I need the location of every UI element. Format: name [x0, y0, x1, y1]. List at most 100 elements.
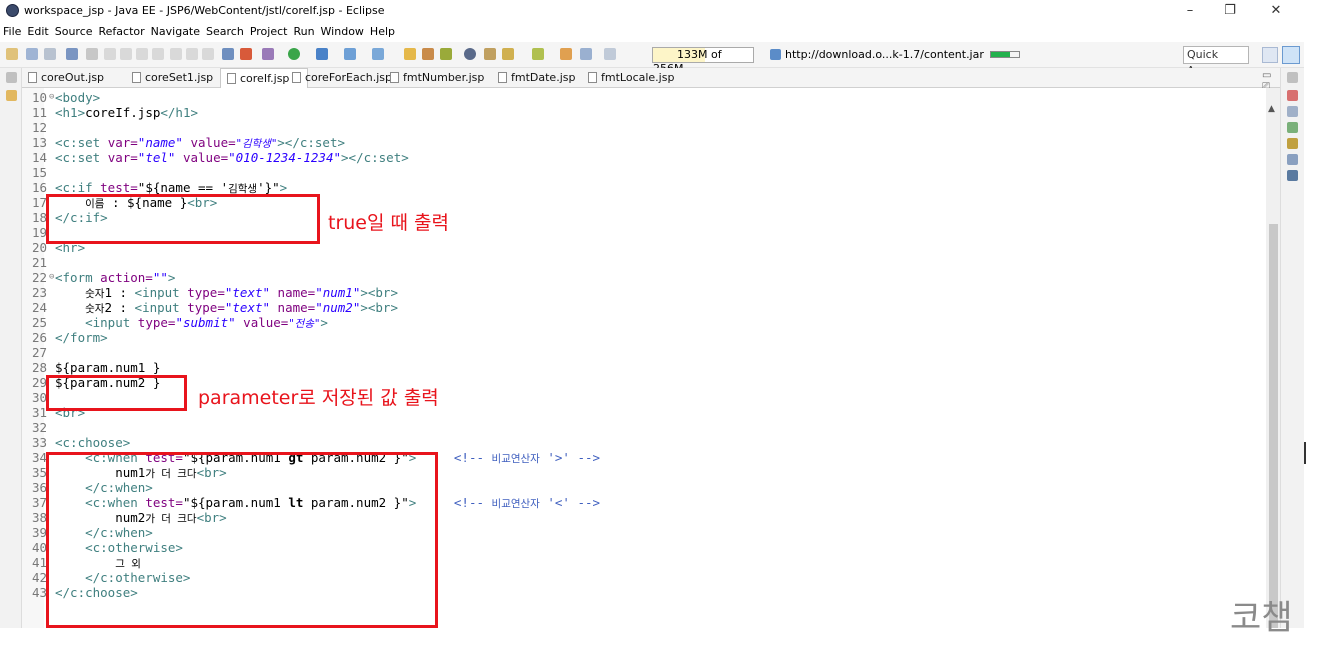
menu-bar: File Edit Source Refactor Navigate Search Proj… — [0, 22, 1322, 42]
if-highlight-box — [46, 194, 320, 244]
tab-label: coreOut.jsp — [41, 71, 105, 84]
run-icon[interactable] — [288, 48, 300, 60]
menu-search[interactable]: Search — [203, 22, 247, 41]
tab-label: fmtNumber.jsp — [403, 71, 485, 84]
editor-tab-bar: coreOut.jsp coreSet1.jsp coreIf.jsp⊠ cor… — [22, 68, 1280, 92]
jsp-file-icon — [227, 73, 236, 84]
tab-label: coreSet1.jsp — [145, 71, 214, 84]
restore-button[interactable]: ❐ — [1210, 0, 1250, 22]
heap-status[interactable]: 133M of 256M — [652, 47, 754, 75]
jsp-file-icon — [132, 72, 141, 83]
menu-source[interactable]: Source — [52, 22, 96, 41]
choose-highlight-box — [46, 452, 438, 628]
code-line: 14 <c:set var="tel" value="010-1234-1234"… — [31, 150, 409, 165]
servers-icon[interactable] — [222, 48, 234, 60]
close-button[interactable]: ✕ — [1256, 0, 1296, 22]
debug-config-icon[interactable] — [262, 48, 274, 60]
jsp-file-icon — [390, 72, 399, 83]
project-explorer-icon[interactable] — [6, 90, 17, 101]
menu-run[interactable]: Run — [290, 22, 317, 41]
save-icon[interactable] — [26, 48, 38, 60]
toggle-mark-icon[interactable] — [464, 48, 476, 60]
resume-icon[interactable] — [104, 48, 116, 60]
search-icon[interactable] — [440, 48, 452, 60]
window-title-bar: workspace_jsp - Java EE - JSP6/WebConten… — [0, 0, 1322, 22]
code-line: 11 <h1>coreIf.jsp</h1> — [31, 105, 199, 120]
code-editor[interactable]: 10 ⊖ <body> 11 <h1>coreIf.jsp</h1> 12 13 <c:… — [22, 88, 1266, 628]
terminal-icon[interactable] — [66, 48, 78, 60]
menu-edit[interactable]: Edit — [24, 22, 51, 41]
menu-help[interactable]: Help — [367, 22, 398, 41]
left-trim-bar — [0, 68, 22, 628]
watermark-text: 코챔 — [1230, 598, 1293, 638]
menu-file[interactable]: File — [0, 22, 24, 41]
tab-fmtlocale[interactable]: fmtLocale.jsp — [588, 68, 674, 88]
last-edit-icon[interactable] — [532, 48, 544, 60]
new-icon[interactable] — [6, 48, 18, 60]
vertical-scrollbar[interactable]: ▲ — [1266, 88, 1280, 628]
eclipse-icon — [6, 4, 19, 17]
scrollbar-thumb[interactable] — [1269, 224, 1278, 628]
disconnect-icon[interactable] — [152, 48, 164, 60]
jsp-file-icon — [292, 72, 301, 83]
properties-icon[interactable] — [1287, 154, 1298, 165]
terminate-icon[interactable] — [136, 48, 148, 60]
open-perspective-icon[interactable] — [1262, 47, 1278, 63]
task-list-icon[interactable] — [1287, 106, 1298, 117]
palette-icon[interactable] — [1287, 122, 1298, 133]
java-ee-perspective-icon[interactable] — [1282, 46, 1300, 64]
param-annotation: parameter로 저장된 값 출력 — [198, 387, 439, 409]
forward-icon[interactable] — [580, 48, 592, 60]
annotation-icon[interactable] — [484, 48, 496, 60]
tab-label: fmtLocale.jsp — [601, 71, 675, 84]
minimize-button[interactable]: – — [1170, 0, 1210, 22]
restore-right-view-icon[interactable] — [1287, 72, 1298, 83]
step-over-icon[interactable] — [186, 48, 198, 60]
open-type-icon[interactable] — [404, 48, 416, 60]
step-into-icon[interactable] — [170, 48, 182, 60]
tab-fmtdate[interactable]: fmtDate.jsp — [498, 68, 575, 88]
tab-fmtnumber[interactable]: fmtNumber.jsp — [390, 68, 484, 88]
save-all-icon[interactable] — [44, 48, 56, 60]
code-line: 24 숫자2 : <input type="text" name="num2">… — [31, 300, 398, 315]
new-java-project-icon[interactable] — [372, 48, 384, 60]
window-right-edge — [1304, 22, 1322, 628]
menu-navigate[interactable]: Navigate — [148, 22, 203, 41]
new-server-icon[interactable] — [344, 48, 356, 60]
quick-access-input[interactable]: Quick Access — [1183, 46, 1249, 77]
jsp-file-icon — [498, 72, 507, 83]
code-line: 32 — [31, 420, 47, 435]
deploy-icon[interactable] — [240, 48, 252, 60]
code-line: 28 ${param.num1 } — [31, 360, 161, 375]
restore-view-icon[interactable] — [6, 72, 17, 83]
tab-label: coreIf.jsp — [240, 72, 290, 85]
markers-icon[interactable] — [1287, 138, 1298, 149]
menu-window[interactable]: Window — [318, 22, 367, 41]
debug-icon[interactable] — [316, 48, 328, 60]
tab-coreout[interactable]: coreOut.jsp — [28, 68, 104, 88]
open-task-icon[interactable] — [422, 48, 434, 60]
menu-refactor[interactable]: Refactor — [96, 22, 148, 41]
tab-label: fmtDate.jsp — [511, 71, 576, 84]
scroll-up-icon[interactable]: ▲ — [1268, 104, 1275, 114]
skip-breakpoints-icon[interactable] — [86, 48, 98, 60]
code-line: 15 — [31, 165, 47, 180]
outline-icon[interactable] — [1287, 90, 1298, 101]
code-line: 16 <c:if test="${name == '김학생'}"> — [31, 180, 288, 195]
code-line: 23 숫자1 : <input type="text" name="num1">… — [31, 285, 398, 300]
tab-coreset1[interactable]: coreSet1.jsp — [132, 68, 213, 88]
suspend-icon[interactable] — [120, 48, 132, 60]
code-line: 12 — [31, 120, 47, 135]
tab-coreforeach[interactable]: coreForEach.jsp — [292, 68, 392, 88]
back-icon[interactable] — [560, 48, 572, 60]
step-return-icon[interactable] — [202, 48, 214, 60]
forward-alt-icon[interactable] — [604, 48, 616, 60]
jsp-file-icon — [588, 72, 597, 83]
window-title: workspace_jsp - Java EE - JSP6/WebConten… — [24, 4, 385, 17]
console-icon[interactable] — [1287, 170, 1298, 181]
next-annotation-icon[interactable] — [502, 48, 514, 60]
code-line: 26 </form> — [31, 330, 108, 345]
progress-status: http://download.o...k-1.7/content.jar — [770, 48, 1020, 61]
download-progress-bar — [989, 51, 1020, 58]
menu-project[interactable]: Project — [247, 22, 291, 41]
